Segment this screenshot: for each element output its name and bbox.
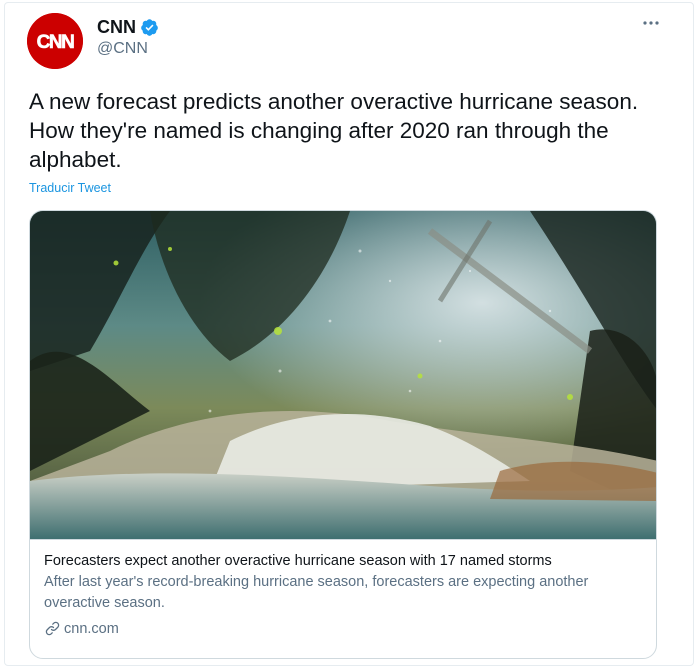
link-icon — [45, 621, 60, 636]
tweet-card: CNN CNN @CNN A new forecast predicts ano… — [4, 2, 694, 666]
handle[interactable]: @CNN — [97, 40, 148, 58]
cnn-logo: CNN — [27, 13, 83, 69]
card-description: After last year's record-breaking hurric… — [44, 574, 589, 611]
card-domain: cnn.com — [64, 620, 119, 637]
translate-tweet-link[interactable]: Traducir Tweet — [29, 181, 111, 195]
svg-text:CNN: CNN — [37, 32, 74, 53]
more-options-button[interactable] — [639, 11, 663, 35]
card-domain-row: cnn.com — [44, 620, 642, 637]
card-body: Forecasters expect another overactive hu… — [30, 539, 656, 637]
link-card[interactable]: Forecasters expect another overactive hu… — [29, 210, 657, 659]
verified-badge-icon — [141, 19, 158, 36]
tweet-text: A new forecast predicts another overacti… — [29, 89, 639, 172]
card-title: Forecasters expect another overactive hu… — [44, 553, 552, 569]
avatar[interactable]: CNN — [27, 13, 83, 69]
name-row: CNN — [97, 17, 159, 38]
hurricane-photo — [30, 211, 656, 539]
ellipsis-icon — [643, 21, 659, 25]
display-name[interactable]: CNN — [97, 17, 136, 38]
card-image[interactable] — [30, 211, 656, 539]
